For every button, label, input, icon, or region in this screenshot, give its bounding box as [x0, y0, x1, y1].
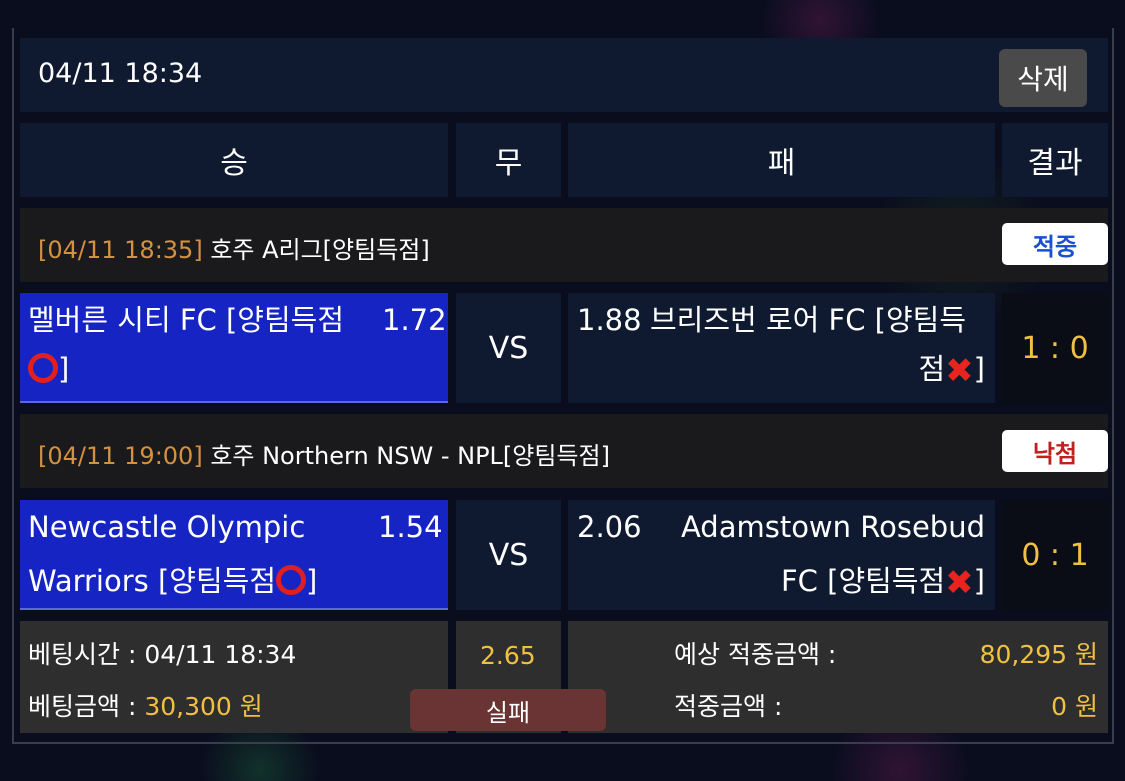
- match-time: [04/11 18:35]: [38, 236, 203, 264]
- away-team-name-line1: Adamstown Rosebud: [680, 510, 985, 544]
- league-name: 호주 Northern NSW - NPL[양팀득점]: [202, 442, 610, 470]
- score-cell: 1 : 0: [1002, 293, 1108, 403]
- expected-payout-value: 80,295 원: [979, 640, 1098, 669]
- home-team-cell[interactable]: 멜버른 시티 FC [양팀득점 1.72 ]: [20, 293, 448, 403]
- red-x-icon: ✖: [945, 563, 974, 603]
- column-header-result: 결과: [1002, 123, 1108, 197]
- red-x-icon: ✖: [945, 351, 974, 391]
- home-team-name-line1: Newcastle Olympic: [28, 510, 306, 544]
- bet-amount: 베팅금액 : 30,300 원: [28, 692, 263, 721]
- win-amount-label: 적중금액 :: [674, 692, 783, 721]
- total-odds: 2.65: [480, 641, 536, 670]
- column-header-lose: 패: [568, 123, 995, 197]
- home-team-name-line1: 멜버른 시티 FC [양팀득점: [28, 303, 345, 337]
- win-amount-value: 0 원: [1051, 692, 1098, 721]
- red-circle-icon: [28, 353, 58, 383]
- away-odds: 1.88: [577, 303, 642, 337]
- away-team-name-line2: FC [양팀득점✖]: [780, 563, 985, 603]
- home-team-cell[interactable]: Newcastle Olympic 1.54 Warriors [양팀득점]: [20, 500, 448, 610]
- bet-info-cell: 베팅시간 : 04/11 18:34 베팅금액 : 30,300 원: [20, 621, 448, 733]
- status-badge: 적중: [1002, 223, 1108, 265]
- away-team-cell[interactable]: 1.88 브리즈번 로어 FC [양팀득 점✖]: [568, 293, 995, 403]
- match-time: [04/11 19:00]: [38, 442, 203, 470]
- status-badge: 낙첨: [1002, 430, 1108, 472]
- bet-datetime: 04/11 18:34: [38, 58, 203, 89]
- vs-cell[interactable]: VS: [456, 293, 561, 403]
- away-team-cell[interactable]: 2.06 Adamstown Rosebud FC [양팀득점✖]: [568, 500, 995, 610]
- league-name: 호주 A리그[양팀득점]: [202, 236, 430, 264]
- column-header-draw: 무: [456, 123, 561, 197]
- expected-payout-label: 예상 적중금액 :: [674, 640, 837, 669]
- fail-status-button[interactable]: 실패: [410, 689, 606, 731]
- vs-cell[interactable]: VS: [456, 500, 561, 610]
- column-header-win: 승: [20, 123, 448, 197]
- league-row: [04/11 18:35] 호주 A리그[양팀득점] 적중: [20, 208, 1108, 282]
- bet-slip-header: 04/11 18:34 삭제: [20, 38, 1108, 112]
- red-circle-icon: [276, 565, 307, 595]
- away-odds: 2.06: [577, 510, 642, 544]
- league-row: [04/11 19:00] 호주 Northern NSW - NPL[양팀득점…: [20, 414, 1108, 488]
- delete-button[interactable]: 삭제: [999, 49, 1087, 107]
- home-odds: 1.54: [378, 510, 443, 544]
- home-team-name-line2: ]: [28, 342, 69, 396]
- league-title: [04/11 18:35] 호주 A리그[양팀득점]: [38, 230, 430, 265]
- away-team-name-line1: 브리즈번 로어 FC [양팀득: [650, 303, 967, 337]
- home-odds: 1.72: [382, 303, 447, 337]
- score-cell: 0 : 1: [1002, 500, 1108, 610]
- home-team-name-line2: Warriors [양팀득점]: [28, 564, 318, 598]
- payout-cell: 예상 적중금액 : 80,295 원 적중금액 : 0 원: [568, 621, 1108, 733]
- league-title: [04/11 19:00] 호주 Northern NSW - NPL[양팀득점…: [38, 436, 610, 471]
- bet-time: 베팅시간 : 04/11 18:34: [28, 640, 297, 669]
- away-team-name-line2: 점✖]: [918, 351, 985, 391]
